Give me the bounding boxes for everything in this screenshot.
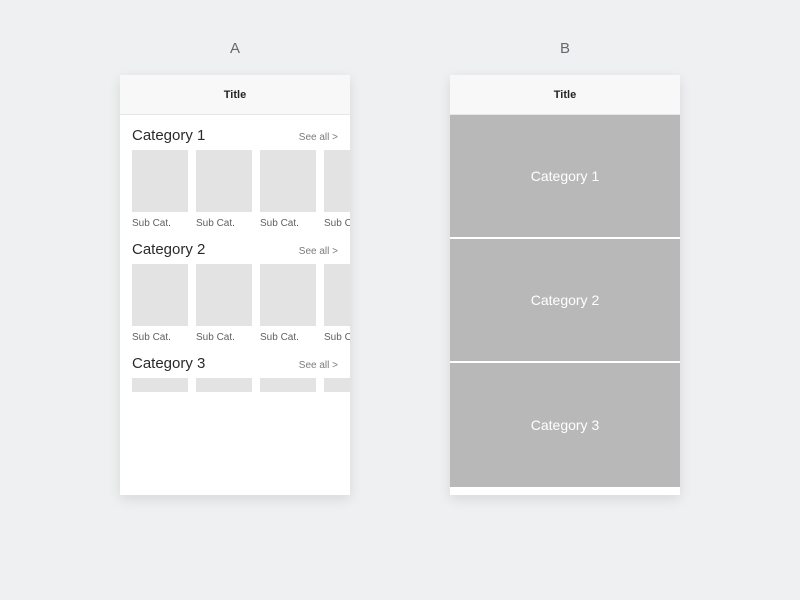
thumbnail-placeholder bbox=[260, 150, 316, 212]
subcategory-label: Sub Cat. bbox=[324, 326, 350, 343]
section-title: Category 2 bbox=[132, 241, 205, 258]
screen-a: Title Category 1 See all > Sub Cat. Sub … bbox=[120, 75, 350, 495]
section-title: Category 1 bbox=[132, 127, 205, 144]
category-tile-label: Category 1 bbox=[531, 168, 599, 184]
subcategory-card[interactable]: Sub Cat. bbox=[260, 264, 316, 343]
thumbnail-placeholder bbox=[132, 150, 188, 212]
subcategory-card[interactable] bbox=[196, 378, 252, 392]
see-all-link[interactable]: See all > bbox=[299, 132, 338, 143]
subcategory-card[interactable]: Sub Cat. bbox=[132, 150, 188, 229]
subcategory-card[interactable]: Sub Cat. bbox=[260, 150, 316, 229]
see-all-link[interactable]: See all > bbox=[299, 360, 338, 371]
section-category-3: Category 3 See all > bbox=[120, 343, 350, 392]
category-tile-label: Category 3 bbox=[531, 417, 599, 433]
screen-b: Title Category 1 Category 2 Category 3 bbox=[450, 75, 680, 495]
subcategory-card[interactable]: Sub Cat. bbox=[324, 150, 350, 229]
subcategory-card[interactable]: Sub Cat. bbox=[132, 264, 188, 343]
category-tile-2[interactable]: Category 2 bbox=[450, 239, 680, 363]
category-tile-label: Category 2 bbox=[531, 292, 599, 308]
variant-a-label: A bbox=[120, 40, 350, 57]
subcategory-label: Sub Cat. bbox=[132, 212, 188, 229]
thumbnail-placeholder bbox=[324, 378, 350, 392]
subcategory-card[interactable]: Sub Cat. bbox=[324, 264, 350, 343]
subcategory-label: Sub Cat. bbox=[260, 326, 316, 343]
thumbnail-placeholder bbox=[324, 150, 350, 212]
variant-b-column: B Title Category 1 Category 2 Category 3 bbox=[450, 40, 680, 495]
card-row[interactable]: Sub Cat. Sub Cat. Sub Cat. Sub Cat. bbox=[120, 264, 350, 343]
thumbnail-placeholder bbox=[132, 378, 188, 392]
thumbnail-placeholder bbox=[196, 378, 252, 392]
section-category-2: Category 2 See all > Sub Cat. Sub Cat. S… bbox=[120, 229, 350, 343]
card-row[interactable]: Sub Cat. Sub Cat. Sub Cat. Sub Cat. bbox=[120, 150, 350, 229]
see-all-link[interactable]: See all > bbox=[299, 246, 338, 257]
subcategory-label: Sub Cat. bbox=[324, 212, 350, 229]
thumbnail-placeholder bbox=[196, 150, 252, 212]
variant-a-column: A Title Category 1 See all > Sub Cat. Su… bbox=[120, 40, 350, 495]
subcategory-card[interactable] bbox=[324, 378, 350, 392]
subcategory-card[interactable]: Sub Cat. bbox=[196, 150, 252, 229]
subcategory-card[interactable] bbox=[132, 378, 188, 392]
subcategory-label: Sub Cat. bbox=[196, 326, 252, 343]
subcategory-label: Sub Cat. bbox=[196, 212, 252, 229]
section-category-1: Category 1 See all > Sub Cat. Sub Cat. S… bbox=[120, 115, 350, 229]
thumbnail-placeholder bbox=[196, 264, 252, 326]
category-tile-3[interactable]: Category 3 bbox=[450, 363, 680, 487]
subcategory-label: Sub Cat. bbox=[260, 212, 316, 229]
variant-b-label: B bbox=[450, 40, 680, 57]
thumbnail-placeholder bbox=[324, 264, 350, 326]
card-row[interactable] bbox=[120, 378, 350, 392]
screen-a-title: Title bbox=[120, 75, 350, 115]
thumbnail-placeholder bbox=[132, 264, 188, 326]
section-title: Category 3 bbox=[132, 355, 205, 372]
subcategory-card[interactable]: Sub Cat. bbox=[196, 264, 252, 343]
category-tile-1[interactable]: Category 1 bbox=[450, 115, 680, 239]
screen-b-title: Title bbox=[450, 75, 680, 115]
thumbnail-placeholder bbox=[260, 378, 316, 392]
thumbnail-placeholder bbox=[260, 264, 316, 326]
subcategory-card[interactable] bbox=[260, 378, 316, 392]
subcategory-label: Sub Cat. bbox=[132, 326, 188, 343]
